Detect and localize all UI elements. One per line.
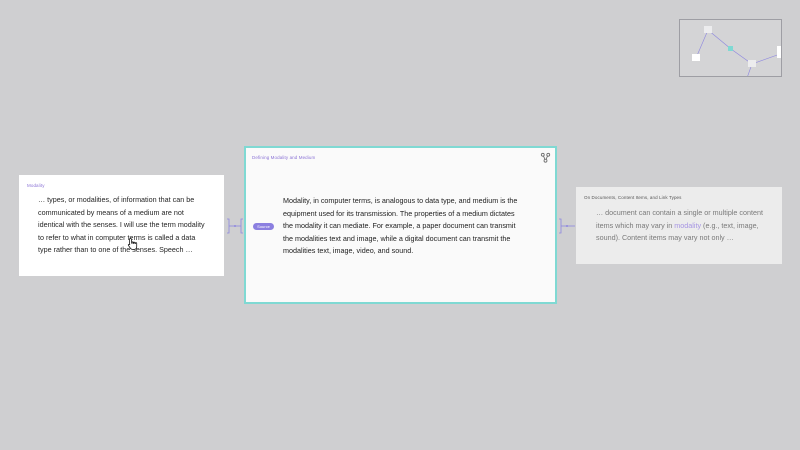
modality-link[interactable]: modality [674, 221, 701, 230]
minimap-node [777, 46, 781, 58]
minimap-graph [692, 26, 781, 76]
card-title: Modality [27, 183, 45, 188]
minimap-node [704, 26, 712, 33]
branch-icon[interactable] [540, 152, 551, 163]
card-text: … types, or modalities, of information t… [38, 195, 205, 255]
minimap[interactable] [679, 19, 782, 77]
card-title: Defining Modality and Medium [252, 155, 316, 160]
minimap-node-current [728, 46, 733, 51]
card-text: Modality, in computer terms, is analogou… [283, 196, 518, 256]
card-defining-modality[interactable]: Defining Modality and Medium Source Moda… [244, 146, 557, 304]
card-modality[interactable]: Modality … types, or modalities, of info… [19, 175, 224, 276]
minimap-node [692, 54, 700, 61]
link-connector-left [227, 218, 243, 234]
link-connector-right [559, 218, 575, 234]
canvas: Modality … types, or modalities, of info… [0, 0, 800, 450]
card-on-documents[interactable]: On Documents, Content Items, and Link Ty… [576, 187, 782, 264]
card-text: … document can contain a single or multi… [596, 207, 772, 245]
card-title: On Documents, Content Items, and Link Ty… [584, 195, 682, 200]
minimap-node [748, 60, 756, 67]
hand-cursor-icon [127, 238, 138, 250]
source-badge[interactable]: Source [253, 223, 274, 230]
